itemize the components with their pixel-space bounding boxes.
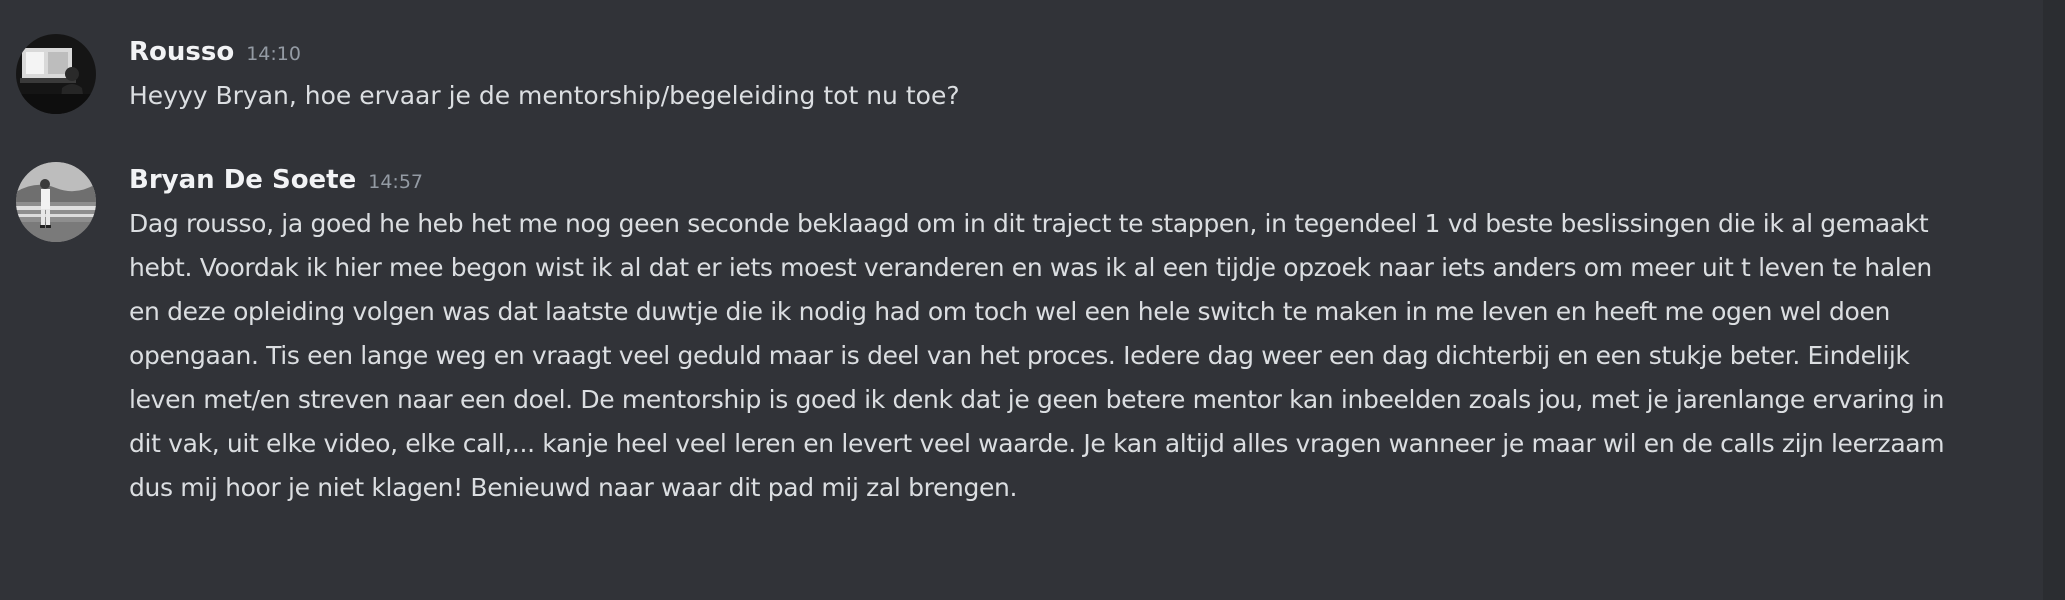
message-text: Dag rousso, ja goed he heb het me nog ge…	[129, 209, 1945, 502]
scrollbar-track[interactable]	[2043, 0, 2065, 600]
username[interactable]: Bryan De Soete	[129, 165, 356, 195]
message-header: Rousso 14:10	[129, 34, 1963, 70]
timestamp[interactable]: 14:57	[368, 171, 423, 193]
message-content: Bryan De Soete 14:57 Dag rousso, ja goed …	[129, 162, 1963, 510]
chat-message-list: Rousso 14:10 Heyyy Bryan, hoe ervaar je d…	[0, 0, 2065, 600]
user-avatar-icon[interactable]	[16, 34, 96, 114]
timestamp[interactable]: 14:10	[246, 43, 301, 65]
user-avatar-icon[interactable]	[16, 162, 96, 242]
message-text: Heyyy Bryan, hoe ervaar je de mentorship…	[129, 81, 960, 110]
message-header: Bryan De Soete 14:57	[129, 162, 1963, 198]
username[interactable]: Rousso	[129, 37, 234, 67]
message-content: Rousso 14:10 Heyyy Bryan, hoe ervaar je d…	[129, 34, 1963, 118]
